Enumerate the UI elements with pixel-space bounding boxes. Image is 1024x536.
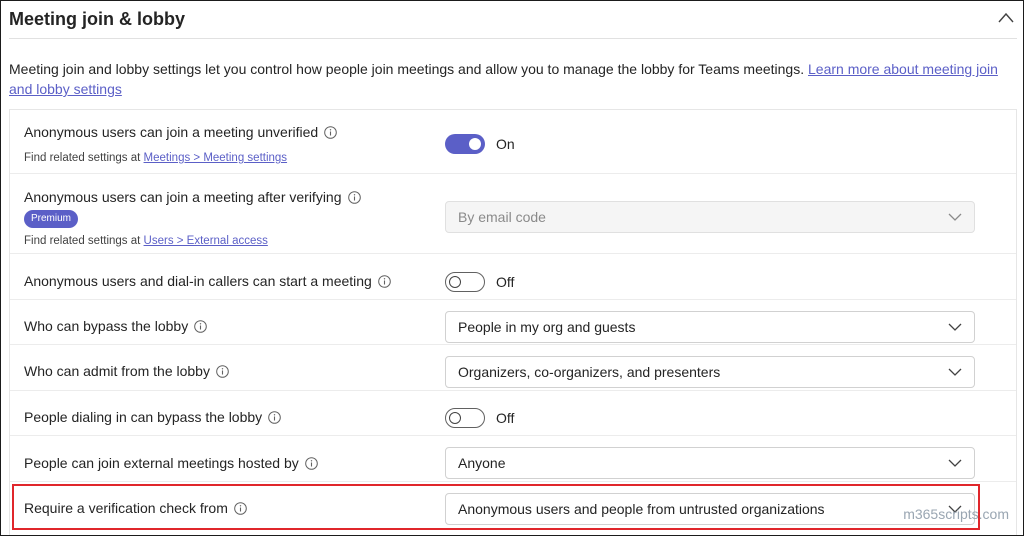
- chevron-up-icon[interactable]: [997, 11, 1015, 25]
- info-icon[interactable]: [324, 125, 337, 139]
- meetings-settings-link[interactable]: Meetings > Meeting settings: [144, 152, 288, 164]
- verification-method-dropdown: By email code: [445, 201, 975, 233]
- setting-row-anonymous-join-unverified: Anonymous users can join a meeting unver…: [10, 110, 1016, 174]
- setting-label: People dialing in can bypass the lobby: [24, 409, 281, 425]
- toggle-dialin-bypass-lobby[interactable]: Off: [445, 408, 514, 428]
- setting-label: Who can bypass the lobby: [24, 318, 208, 334]
- related-settings-note: Find related settings at Users > Externa…: [24, 235, 268, 247]
- setting-label: Anonymous users and dial-in callers can …: [24, 273, 391, 289]
- dropdown-value: People in my org and guests: [458, 319, 636, 335]
- setting-row-dialin-start-meeting: Anonymous users and dial-in callers can …: [10, 254, 1016, 300]
- settings-frame: Meeting join & lobby Meeting join and lo…: [0, 0, 1024, 536]
- setting-label: Who can admit from the lobby: [24, 363, 229, 379]
- setting-row-admit-from-lobby: Who can admit from the lobby Organizers,…: [10, 345, 1016, 391]
- highlight-annotation: [12, 484, 980, 530]
- external-meetings-dropdown[interactable]: Anyone: [445, 447, 975, 479]
- setting-label: Anonymous users can join a meeting after…: [24, 189, 361, 205]
- settings-panel: Anonymous users can join a meeting unver…: [9, 109, 1017, 535]
- admit-from-lobby-dropdown[interactable]: Organizers, co-organizers, and presenter…: [445, 356, 975, 388]
- info-icon[interactable]: [347, 190, 361, 204]
- toggle-anonymous-join-unverified[interactable]: On: [445, 134, 515, 154]
- bypass-lobby-dropdown[interactable]: People in my org and guests: [445, 311, 975, 343]
- external-access-link[interactable]: Users > External access: [144, 235, 268, 247]
- setting-row-dialin-bypass-lobby: People dialing in can bypass the lobby O…: [10, 391, 1016, 436]
- info-icon[interactable]: [304, 456, 318, 470]
- toggle-state: On: [496, 136, 515, 152]
- toggle-switch[interactable]: [445, 272, 485, 292]
- toggle-state: Off: [496, 274, 515, 290]
- setting-row-anonymous-join-verifying: Anonymous users can join a meeting after…: [10, 174, 1016, 254]
- toggle-knob: [449, 276, 461, 288]
- watermark: m365scripts.com: [903, 506, 1009, 522]
- info-icon[interactable]: [378, 274, 391, 288]
- info-icon[interactable]: [268, 410, 281, 424]
- description-text: Meeting join and lobby settings let you …: [9, 61, 808, 77]
- toggle-knob: [469, 138, 481, 150]
- setting-row-bypass-lobby: Who can bypass the lobby People in my or…: [10, 300, 1016, 345]
- dropdown-value: Organizers, co-organizers, and presenter…: [458, 364, 721, 380]
- toggle-switch[interactable]: [445, 408, 485, 428]
- info-icon[interactable]: [216, 364, 229, 378]
- section-title: Meeting join & lobby: [9, 9, 185, 29]
- section-header[interactable]: Meeting join & lobby: [9, 1, 1017, 39]
- section-description: Meeting join and lobby settings let you …: [9, 59, 1005, 99]
- chevron-down-icon[interactable]: [948, 458, 962, 468]
- chevron-down-icon[interactable]: [948, 367, 962, 377]
- setting-label: Anonymous users can join a meeting unver…: [24, 124, 337, 140]
- dropdown-value: By email code: [458, 209, 546, 225]
- premium-badge: Premium: [24, 210, 79, 228]
- toggle-switch[interactable]: [445, 134, 485, 154]
- setting-row-external-meetings: People can join external meetings hosted…: [10, 436, 1016, 482]
- chevron-down-icon[interactable]: [948, 322, 962, 332]
- chevron-down-icon: [948, 213, 962, 221]
- toggle-state: Off: [496, 410, 515, 426]
- setting-label: People can join external meetings hosted…: [24, 455, 318, 471]
- related-settings-note: Find related settings at Meetings > Meet…: [24, 152, 288, 164]
- dropdown-value: Anyone: [458, 455, 506, 471]
- toggle-knob: [449, 412, 461, 424]
- toggle-dialin-start-meeting[interactable]: Off: [445, 272, 514, 292]
- info-icon[interactable]: [194, 319, 208, 333]
